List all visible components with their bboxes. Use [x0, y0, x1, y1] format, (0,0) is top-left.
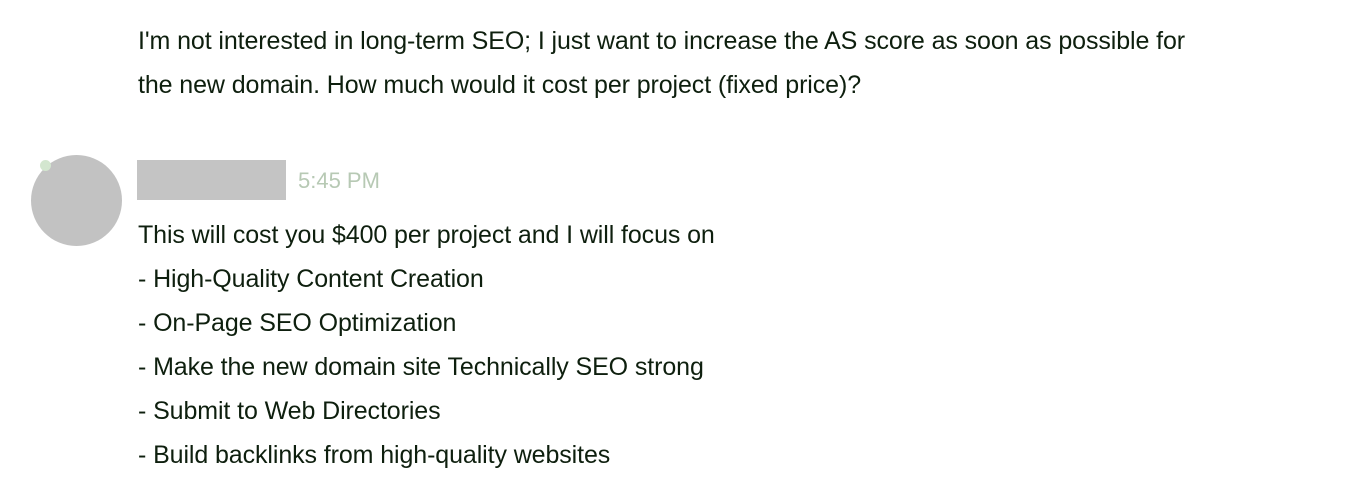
sender-name-redacted: [137, 160, 286, 200]
list-item: - Make the new domain site Technically S…: [138, 353, 704, 381]
online-status-indicator: [40, 160, 51, 171]
list-item: - Build backlinks from high-quality webs…: [138, 441, 611, 469]
message-line: This will cost you $400 per project and …: [138, 221, 715, 249]
message-line: the new domain. How much would it cost p…: [138, 71, 861, 99]
reply-message-body: This will cost you $400 per project and …: [138, 213, 715, 477]
previous-message-body: I'm not interested in long-term SEO; I j…: [138, 19, 1185, 107]
list-item: - High-Quality Content Creation: [138, 265, 484, 293]
list-item: - Submit to Web Directories: [138, 397, 441, 425]
message-timestamp: 5:45 PM: [298, 168, 380, 193]
list-item: - On-Page SEO Optimization: [138, 309, 457, 337]
message-line: I'm not interested in long-term SEO; I j…: [138, 27, 1185, 55]
